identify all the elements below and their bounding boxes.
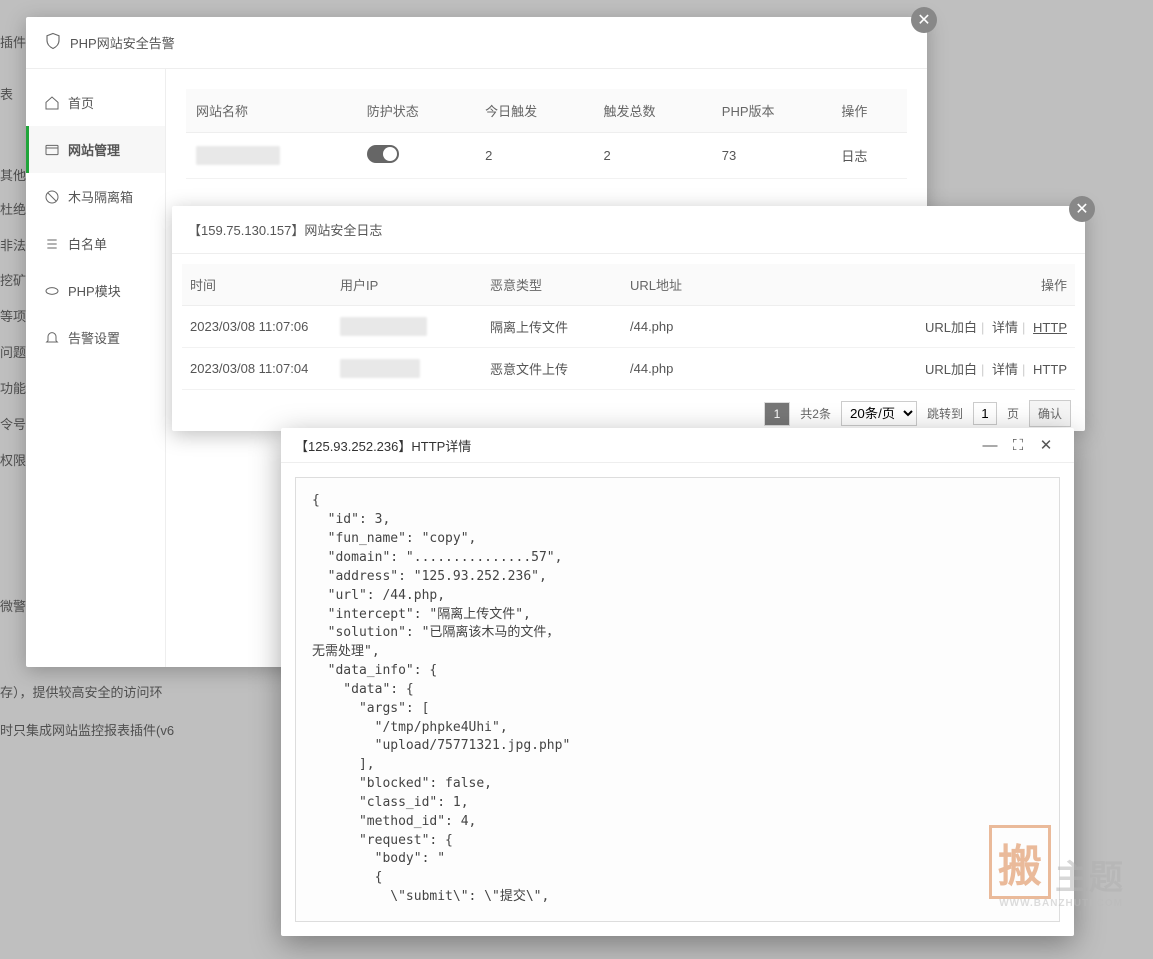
modal3-title: 【125.93.252.236】HTTP详情 bbox=[295, 436, 976, 455]
modal3-header: 【125.93.252.236】HTTP详情 — ⛶ ✕ bbox=[281, 428, 1074, 463]
ip-masked: 1..................6 bbox=[340, 317, 427, 336]
jump-label: 跳转到 bbox=[927, 405, 963, 422]
sidebar-item-label: 首页 bbox=[68, 93, 94, 112]
sidebar-item-whitelist[interactable]: 白名单 bbox=[26, 220, 165, 267]
home-icon bbox=[44, 95, 60, 111]
sidebar-item-alert[interactable]: 告警设置 bbox=[26, 314, 165, 361]
modal3-body: { "id": 3, "fun_name": "copy", "domain":… bbox=[281, 463, 1074, 936]
jump-input[interactable] bbox=[973, 402, 997, 425]
bell-icon bbox=[44, 330, 60, 346]
separator: | bbox=[1022, 320, 1025, 335]
sidebar-item-label: 网站管理 bbox=[68, 140, 120, 159]
http-detail-modal: 【125.93.252.236】HTTP详情 — ⛶ ✕ { "id": 3, … bbox=[281, 428, 1074, 936]
page-total: 共2条 bbox=[800, 405, 831, 422]
log-time: 2023/03/08 11:07:04 bbox=[182, 348, 332, 390]
sidebar: 首页 网站管理 木马隔离箱 白名单 PHP模块 告警设置 bbox=[26, 69, 166, 667]
sidebar-item-label: PHP模块 bbox=[68, 281, 121, 300]
separator: | bbox=[1022, 362, 1025, 377]
col-status: 防护状态 bbox=[357, 89, 475, 133]
modal1-header: PHP网站安全告警 bbox=[26, 17, 927, 69]
sidebar-item-home[interactable]: 首页 bbox=[26, 79, 165, 126]
col-type: 恶意类型 bbox=[482, 264, 622, 306]
col-total: 触发总数 bbox=[593, 89, 711, 133]
close-icon[interactable]: ✕ bbox=[911, 7, 937, 33]
modal2-header: 【159.75.130.157】网站安全日志 bbox=[172, 206, 1085, 254]
sidebar-item-label: 告警设置 bbox=[68, 328, 120, 347]
col-name: 网站名称 bbox=[186, 89, 357, 133]
sidebar-item-php[interactable]: PHP模块 bbox=[26, 267, 165, 314]
sidebar-item-site[interactable]: 网站管理 bbox=[26, 126, 165, 173]
close-icon[interactable]: ✕ bbox=[1032, 431, 1060, 459]
sidebar-item-label: 木马隔离箱 bbox=[68, 187, 133, 206]
site-table: 网站名称 防护状态 今日触发 触发总数 PHP版本 操作 159........… bbox=[186, 89, 907, 179]
table-row: 159............... 2 2 73 日志 bbox=[186, 133, 907, 179]
table-row: 2023/03/08 11:07:06 1..................6… bbox=[182, 306, 1075, 348]
per-page-select[interactable]: 20条/页 bbox=[841, 401, 917, 426]
log-type: 隔离上传文件 bbox=[482, 306, 622, 348]
http-link[interactable]: HTTP bbox=[1033, 362, 1067, 377]
whitelist-link[interactable]: URL加白 bbox=[925, 362, 977, 377]
whitelist-link[interactable]: URL加白 bbox=[925, 320, 977, 335]
ip-masked: 1.................. bbox=[340, 359, 420, 378]
site-icon bbox=[44, 142, 60, 158]
php-icon bbox=[44, 283, 60, 299]
col-ver: PHP版本 bbox=[712, 89, 832, 133]
log-time: 2023/03/08 11:07:06 bbox=[182, 306, 332, 348]
col-today: 今日触发 bbox=[475, 89, 593, 133]
page-current[interactable]: 1 bbox=[764, 402, 791, 426]
http-json-code[interactable]: { "id": 3, "fun_name": "copy", "domain":… bbox=[295, 477, 1060, 922]
close-icon[interactable]: ✕ bbox=[1069, 196, 1095, 222]
detail-link[interactable]: 详情 bbox=[992, 362, 1018, 377]
sidebar-item-label: 白名单 bbox=[68, 234, 107, 253]
log-link[interactable]: 日志 bbox=[841, 149, 867, 164]
total-count: 2 bbox=[593, 133, 711, 179]
confirm-button[interactable]: 确认 bbox=[1029, 400, 1071, 427]
separator: | bbox=[981, 362, 984, 377]
quarantine-icon bbox=[44, 189, 60, 205]
security-log-modal: ✕ 【159.75.130.157】网站安全日志 时间 用户IP 恶意类型 UR… bbox=[172, 206, 1085, 431]
table-row: 2023/03/08 11:07:04 1.................. … bbox=[182, 348, 1075, 390]
col-ops: 操作 bbox=[831, 89, 907, 133]
detail-link[interactable]: 详情 bbox=[992, 320, 1018, 335]
log-type: 恶意文件上传 bbox=[482, 348, 622, 390]
site-name-masked: 159............... bbox=[196, 146, 280, 165]
watermark: 搬 主题 WWW.BANZHUTI.COM bbox=[989, 825, 1123, 899]
pagination: 1 共2条 20条/页 跳转到 页 确认 bbox=[182, 390, 1075, 427]
http-link[interactable]: HTTP bbox=[1033, 320, 1067, 335]
modal1-title: PHP网站安全告警 bbox=[70, 33, 175, 52]
today-count: 2 bbox=[475, 133, 593, 179]
log-url: /44.php bbox=[622, 348, 758, 390]
modal2-title: 【159.75.130.157】网站安全日志 bbox=[188, 220, 382, 239]
status-toggle[interactable] bbox=[367, 145, 399, 163]
maximize-icon[interactable]: ⛶ bbox=[1004, 431, 1032, 459]
page-unit: 页 bbox=[1007, 405, 1019, 422]
col-url: URL地址 bbox=[622, 264, 758, 306]
php-version: 73 bbox=[712, 133, 832, 179]
shield-icon bbox=[44, 32, 62, 53]
log-url: /44.php bbox=[622, 306, 758, 348]
separator: | bbox=[981, 320, 984, 335]
list-icon bbox=[44, 236, 60, 252]
minimize-icon[interactable]: — bbox=[976, 431, 1004, 459]
watermark-text: 主题 bbox=[1055, 850, 1123, 899]
col-ip: 用户IP bbox=[332, 264, 482, 306]
watermark-logo: 搬 bbox=[989, 825, 1051, 899]
col-time: 时间 bbox=[182, 264, 332, 306]
log-table: 时间 用户IP 恶意类型 URL地址 操作 2023/03/08 11:07:0… bbox=[182, 264, 1075, 390]
sidebar-item-quarantine[interactable]: 木马隔离箱 bbox=[26, 173, 165, 220]
col-ops: 操作 bbox=[758, 264, 1075, 306]
watermark-url: WWW.BANZHUTI.COM bbox=[999, 898, 1123, 909]
